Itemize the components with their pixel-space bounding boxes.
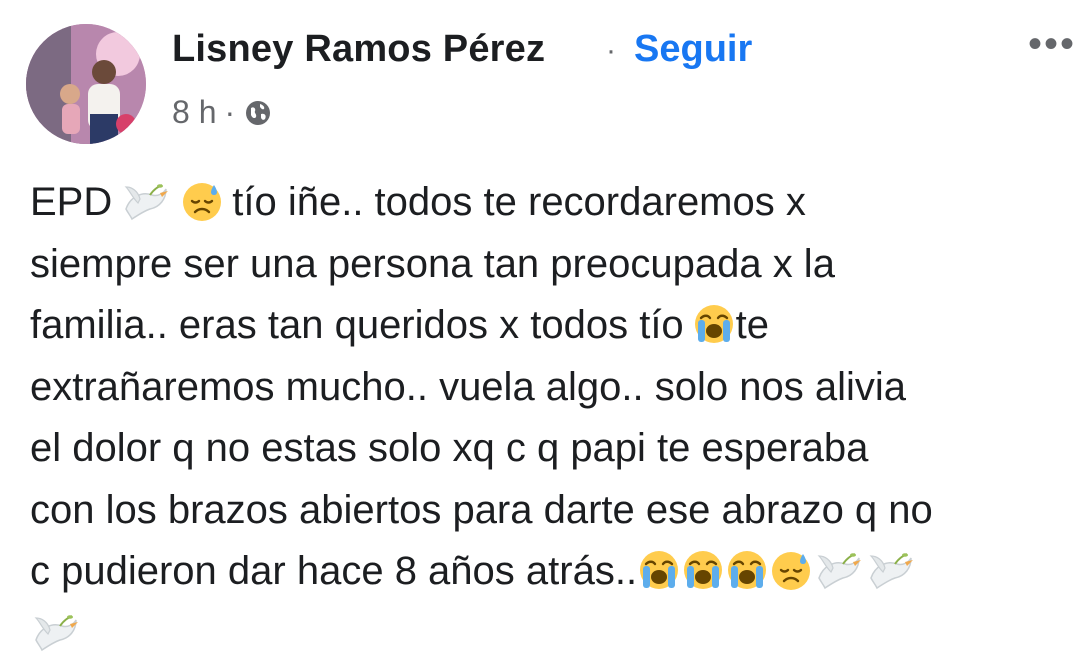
- text-line-2: siempre ser una persona tan preocupada x…: [30, 241, 835, 286]
- text-line-3: familia.. eras tan queridos x todos tío t…: [30, 303, 769, 347]
- text-line-8: [30, 611, 82, 655]
- text-line-1: EPD tío iñe.. todos te recordaremos x: [30, 180, 806, 224]
- loudly-crying-emoji: [725, 548, 769, 592]
- post-timestamp[interactable]: 8 h: [172, 94, 216, 131]
- header-separator: ·: [606, 34, 616, 67]
- text-segment: te: [735, 303, 770, 347]
- sad-sweat-emoji: [769, 548, 813, 592]
- follow-button[interactable]: Seguir: [634, 28, 752, 71]
- text-segment: tío iñe.. todos te recordaremos x: [232, 180, 806, 224]
- avatar[interactable]: [26, 24, 146, 144]
- dove-emoji: [813, 548, 865, 592]
- text-segment: c pudieron dar hace 8 años atrás..: [30, 549, 638, 593]
- author-name[interactable]: Lisney Ramos Pérez: [172, 28, 545, 71]
- avatar-photo: [26, 24, 146, 144]
- text-line-5: el dolor q no estas solo xq c q papi te …: [30, 426, 869, 470]
- text-line-6: con los brazos abiertos para darte ese a…: [30, 487, 933, 532]
- loudly-crying-emoji: [681, 548, 725, 592]
- post-meta: 8 h ·: [172, 94, 273, 131]
- text-segment: familia.. eras tan queridos x todos tío: [30, 303, 684, 347]
- text-line-7: c pudieron dar hace 8 años atrás..: [30, 549, 917, 593]
- sad-sweat-emoji: [180, 179, 224, 223]
- meta-separator: ·: [224, 94, 236, 130]
- loudly-crying-emoji: [637, 548, 681, 592]
- dove-emoji: [865, 548, 917, 592]
- text-line-4: extrañaremos mucho.. vuela algo.. solo n…: [30, 364, 907, 409]
- facebook-post: Lisney Ramos Pérez · Seguir ••• 8 h · EP…: [0, 0, 1090, 656]
- text-segment: EPD: [30, 180, 113, 224]
- globe-icon[interactable]: [243, 98, 273, 128]
- more-options-button[interactable]: •••: [1028, 24, 1090, 66]
- dove-emoji: [30, 610, 82, 654]
- loudly-crying-emoji: [692, 302, 736, 346]
- dove-emoji: [120, 179, 172, 223]
- post-text: EPD tío iñe.. todos te recordaremos x sie…: [30, 172, 1088, 664]
